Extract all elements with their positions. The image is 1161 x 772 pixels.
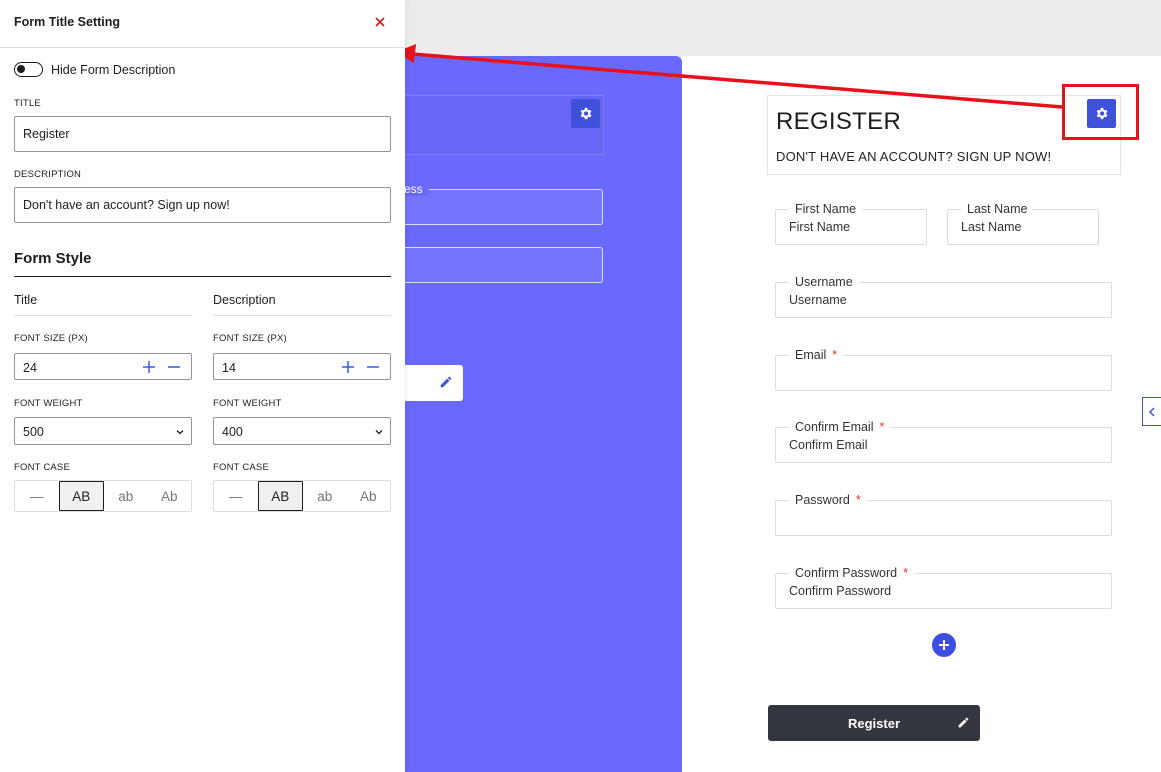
hide-description-label: Hide Form Description <box>51 63 176 77</box>
case-none-option[interactable]: — <box>214 481 258 511</box>
toggle-knob <box>17 65 25 73</box>
title-font-size-caption: FONT SIZE (PX) <box>14 333 88 344</box>
plus-icon[interactable] <box>142 360 156 374</box>
chevron-down-icon <box>375 430 383 435</box>
minus-icon[interactable] <box>366 360 380 374</box>
field-label: Username <box>789 275 859 289</box>
description-font-case-group: — AB ab Ab <box>213 480 391 512</box>
pencil-icon <box>440 376 452 388</box>
gear-icon <box>580 107 592 120</box>
field-label: Confirm Email * <box>789 420 891 434</box>
description-font-case-caption: FONT CASE <box>213 462 269 473</box>
password-field[interactable]: Password * <box>775 493 1112 536</box>
field-value: Last Name <box>961 220 1022 234</box>
field-value: First Name <box>789 220 851 234</box>
font-weight-value: 500 <box>23 425 44 439</box>
confirm-email-field[interactable]: Confirm Email * Confirm Email <box>775 420 1112 463</box>
case-lower-option[interactable]: ab <box>303 481 347 511</box>
case-capitalize-option[interactable]: Ab <box>148 481 192 511</box>
pencil-icon <box>958 717 969 728</box>
field-label: Confirm Password * <box>789 566 914 580</box>
plus-icon <box>939 640 949 650</box>
field-label: Email * <box>789 348 844 362</box>
confirm-password-field[interactable]: Confirm Password * Confirm Password <box>775 566 1112 609</box>
field-label: First Name <box>789 202 863 216</box>
title-font-weight-select[interactable]: 500 <box>14 417 192 445</box>
canvas-input-label: ess <box>404 182 429 196</box>
form-description: DON'T HAVE AN ACCOUNT? SIGN UP NOW! <box>776 149 1052 164</box>
panel-header: Form Title Setting <box>0 0 405 48</box>
first-name-field[interactable]: First Name First Name <box>775 202 927 245</box>
canvas-input-2[interactable] <box>396 247 603 283</box>
form-style-heading: Form Style <box>14 250 92 267</box>
register-button[interactable]: Register <box>768 705 980 741</box>
panel-title: Form Title Setting <box>14 15 121 29</box>
description-font-weight-select[interactable]: 400 <box>213 417 391 445</box>
required-mark: * <box>832 348 838 362</box>
required-mark: * <box>903 566 908 580</box>
chevron-down-icon <box>176 430 184 435</box>
hide-description-toggle[interactable] <box>14 62 43 77</box>
title-font-case-group: — AB ab Ab <box>14 480 192 512</box>
add-field-button[interactable] <box>932 633 956 657</box>
field-label: Password * <box>789 493 867 507</box>
required-mark: * <box>855 493 861 507</box>
column-divider <box>14 315 192 316</box>
collapse-sidebar-button[interactable] <box>1142 397 1161 426</box>
field-label: Last Name <box>961 202 1034 216</box>
register-button-label: Register <box>847 715 901 731</box>
field-value: Confirm Password <box>789 584 892 598</box>
title-caption: TITLE <box>14 98 41 109</box>
case-lower-option[interactable]: ab <box>104 481 148 511</box>
title-font-size-input[interactable]: 24 <box>14 353 192 380</box>
font-size-value: 14 <box>222 361 236 375</box>
canvas-settings-button[interactable] <box>571 99 600 128</box>
title-input[interactable] <box>14 116 391 152</box>
canvas-column <box>380 56 682 772</box>
description-font-weight-caption: FONT WEIGHT <box>213 398 282 409</box>
description-font-size-caption: FONT SIZE (PX) <box>213 333 287 344</box>
canvas-button[interactable] <box>396 365 463 401</box>
section-divider <box>14 276 391 277</box>
title-style-heading: Title <box>14 293 38 307</box>
minus-icon[interactable] <box>167 360 181 374</box>
description-caption: DESCRIPTION <box>14 169 82 180</box>
font-size-value: 24 <box>23 361 37 375</box>
case-none-option[interactable]: — <box>15 481 59 511</box>
case-upper-option[interactable]: AB <box>58 481 104 511</box>
title-font-case-caption: FONT CASE <box>14 462 70 473</box>
case-upper-option[interactable]: AB <box>257 481 303 511</box>
field-value: Username <box>789 293 847 307</box>
description-font-size-input[interactable]: 14 <box>213 353 391 380</box>
case-capitalize-option[interactable]: Ab <box>347 481 391 511</box>
close-icon[interactable] <box>372 14 388 30</box>
title-font-weight-caption: FONT WEIGHT <box>14 398 83 409</box>
plus-icon[interactable] <box>341 360 355 374</box>
description-input[interactable] <box>14 187 391 223</box>
email-field[interactable]: Email * <box>775 348 1112 391</box>
highlight-box <box>1062 84 1139 140</box>
form-title: REGISTER <box>776 108 902 135</box>
required-mark: * <box>879 420 885 434</box>
form-title-setting-panel: Form Title Setting Hide Form Description… <box>0 0 405 772</box>
font-weight-value: 400 <box>222 425 243 439</box>
field-value: Confirm Email <box>789 438 868 452</box>
chevron-left-icon <box>1148 406 1155 417</box>
description-style-heading: Description <box>213 293 276 307</box>
username-field[interactable]: Username Username <box>775 275 1112 318</box>
last-name-field[interactable]: Last Name Last Name <box>947 202 1099 245</box>
column-divider <box>213 315 391 316</box>
